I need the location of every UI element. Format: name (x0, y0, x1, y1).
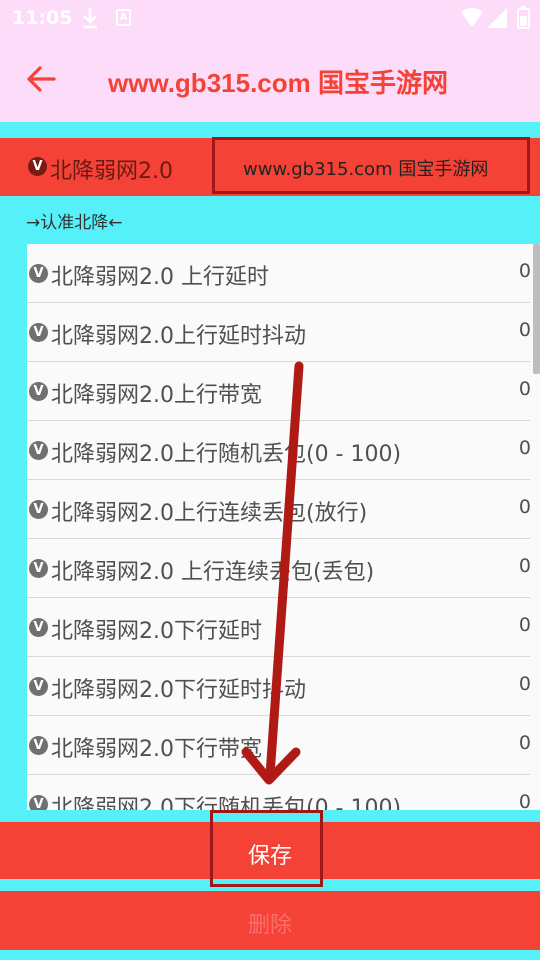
settings-list[interactable]: V 北降弱网2.0 上行延时 0 V 北降弱网2.0上行延时抖动 0 V 北降弱网2.0上行带… (27, 244, 540, 810)
v-badge-icon: V (29, 382, 48, 401)
list-item[interactable]: V 北降弱网2.0上行延时抖动 0 (27, 303, 531, 362)
list-item[interactable]: V 北降弱网2.0下行延时抖动 0 (27, 657, 531, 716)
v-badge-icon: V (29, 559, 48, 578)
battery-icon (517, 6, 530, 29)
item-value[interactable]: 0 (519, 555, 531, 577)
wifi-icon (461, 8, 483, 27)
list-item[interactable]: V 北降弱网2.0下行延时 0 (27, 598, 531, 657)
watermark-text: www.gb315.com 国宝手游网 (243, 159, 489, 180)
subtitle: →认准北降← (26, 213, 123, 233)
watermark-tag: www.gb315.com 国宝手游网 (212, 137, 530, 194)
save-button[interactable]: 保存 (0, 822, 540, 879)
list-item[interactable]: V 北降弱网2.0 上行连续丢包(丢包) 0 (27, 539, 531, 598)
item-value[interactable]: 0 (519, 791, 531, 810)
v-badge-icon: V (29, 736, 48, 755)
v-badge-icon: V (29, 264, 48, 283)
item-value[interactable]: 0 (519, 319, 531, 341)
list-scrollbar[interactable] (533, 244, 540, 374)
app-title: www.gb315.com 国宝手游网 (108, 68, 448, 98)
v-badge-icon: V (28, 157, 47, 176)
list-item[interactable]: V 北降弱网2.0上行连续丢包(放行) 0 (27, 480, 531, 539)
item-label: 北降弱网2.0上行随机丢包(0 - 100) (51, 442, 402, 467)
v-badge-icon: V (29, 500, 48, 519)
item-value[interactable]: 0 (519, 673, 531, 695)
item-label: 北降弱网2.0上行带宽 (51, 383, 262, 408)
item-value[interactable]: 0 (519, 260, 531, 282)
status-bar: 11:05 A (0, 0, 540, 36)
item-label: 北降弱网2.0下行延时抖动 (51, 678, 306, 703)
list-item[interactable]: V 北降弱网2.0上行带宽 0 (27, 362, 531, 421)
item-value[interactable]: 0 (519, 437, 531, 459)
delete-button[interactable]: 删除 (0, 891, 540, 950)
item-label: 北降弱网2.0下行延时 (51, 619, 262, 644)
item-label: 北降弱网2.0上行连续丢包(放行) (51, 501, 368, 526)
v-badge-icon: V (29, 323, 48, 342)
list-item[interactable]: V 北降弱网2.0 上行延时 0 (27, 244, 531, 303)
status-time: 11:05 (12, 7, 73, 29)
signal-icon (487, 8, 507, 28)
v-badge-icon: V (29, 441, 48, 460)
item-label: 北降弱网2.0下行带宽 (51, 737, 262, 762)
v-badge-icon: V (29, 618, 48, 637)
list-item[interactable]: V 北降弱网2.0下行随机丢包(0 - 100) 0 (27, 775, 531, 810)
item-value[interactable]: 0 (519, 378, 531, 400)
item-value[interactable]: 0 (519, 614, 531, 636)
item-label: 北降弱网2.0上行延时抖动 (51, 324, 306, 349)
list-item[interactable]: V 北降弱网2.0下行带宽 0 (27, 716, 531, 775)
item-value[interactable]: 0 (519, 496, 531, 518)
item-label: 北降弱网2.0 上行延时 (51, 265, 269, 290)
item-label: 北降弱网2.0 上行连续丢包(丢包) (51, 560, 375, 585)
v-badge-icon: V (29, 677, 48, 696)
v-badge-icon: V (29, 795, 48, 810)
app-bar: www.gb315.com 国宝手游网 (0, 36, 540, 122)
delete-button-label: 删除 (247, 913, 292, 938)
list-item[interactable]: V 北降弱网2.0上行随机丢包(0 - 100) 0 (27, 421, 531, 480)
a-icon: A (116, 9, 131, 26)
item-value[interactable]: 0 (519, 732, 531, 754)
app-name: 北降弱网2.0 (50, 159, 173, 184)
item-label: 北降弱网2.0下行随机丢包(0 - 100) (51, 796, 402, 810)
download-icon (83, 8, 97, 29)
save-button-label: 保存 (247, 844, 292, 869)
back-arrow-icon[interactable] (24, 62, 58, 96)
